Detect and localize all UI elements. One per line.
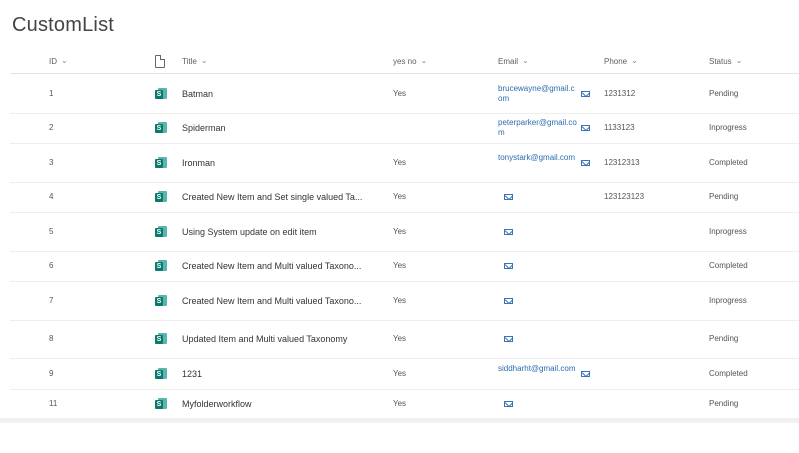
table-row[interactable]: 11 S Myfolderworkflow Yes Pending xyxy=(10,389,799,419)
sharepoint-item-icon: S xyxy=(155,88,167,100)
mail-icon[interactable] xyxy=(504,401,513,407)
table-row[interactable]: 8 S Updated Item and Multi valued Taxonomy… xyxy=(10,320,799,359)
chevron-down-icon: ⌄ xyxy=(735,56,743,65)
title-cell[interactable]: Created New Item and Multi valued Taxono… xyxy=(182,296,361,306)
status-cell: Pending xyxy=(709,89,739,98)
mail-icon[interactable] xyxy=(581,371,590,377)
table-row[interactable]: 3 S Ironman Yes tonystark@gmail.com 12312313 C… xyxy=(10,143,799,183)
phone-cell: 12312313 xyxy=(604,158,640,167)
column-header-id-label: ID xyxy=(49,57,57,66)
column-header-status-label: Status xyxy=(709,57,732,66)
status-cell: Completed xyxy=(709,158,748,167)
column-header-title[interactable]: Title ⌄ xyxy=(182,56,208,66)
sharepoint-item-icon: S xyxy=(155,157,167,169)
sharepoint-item-icon: S xyxy=(155,333,167,345)
table-row[interactable]: 4 S Created New Item and Set single valued… xyxy=(10,182,799,213)
chevron-down-icon: ⌄ xyxy=(420,56,428,65)
email-link[interactable]: siddharht@gmail.com xyxy=(498,364,578,374)
mail-icon[interactable] xyxy=(581,91,590,97)
sharepoint-item-icon: S xyxy=(155,260,167,272)
email-link[interactable]: peterparker@gmail.com xyxy=(498,118,578,138)
column-header-phone-label: Phone xyxy=(604,57,628,66)
title-cell[interactable]: Ironman xyxy=(182,158,215,168)
sharepoint-item-icon: S xyxy=(155,191,167,203)
sharepoint-item-icon: S xyxy=(155,226,167,238)
id-cell: 5 xyxy=(49,227,54,236)
yesno-cell: Yes xyxy=(393,227,407,236)
yesno-cell: Yes xyxy=(393,192,407,201)
sharepoint-item-icon: S xyxy=(155,398,167,410)
yesno-cell: Yes xyxy=(393,369,407,378)
list-title: CustomList xyxy=(12,14,115,36)
phone-cell: 123123123 xyxy=(604,192,645,201)
mail-icon[interactable] xyxy=(581,125,590,131)
status-cell: Pending xyxy=(709,192,739,201)
chevron-down-icon: ⌄ xyxy=(61,56,68,65)
status-cell: Inprogress xyxy=(709,227,747,236)
column-header-email-label: Email xyxy=(498,57,519,66)
email-link[interactable]: brucewayne@gmail.com xyxy=(498,84,578,104)
table-row[interactable]: 1 S Batman Yes brucewayne@gmail.com 1231312 Pe… xyxy=(10,74,799,114)
id-cell: 8 xyxy=(49,334,54,343)
table-row[interactable]: 6 S Created New Item and Multi valued Taxo… xyxy=(10,251,799,282)
mail-icon[interactable] xyxy=(504,263,513,269)
list-footer-divider xyxy=(0,418,799,423)
file-type-icon[interactable] xyxy=(155,55,165,68)
chevron-down-icon: ⌄ xyxy=(522,56,529,65)
mail-icon[interactable] xyxy=(504,298,513,304)
title-cell[interactable]: 1231 xyxy=(182,369,202,379)
column-header-status[interactable]: Status ⌄ xyxy=(709,56,743,66)
title-cell[interactable]: Created New Item and Multi valued Taxono… xyxy=(182,261,361,271)
id-cell: 11 xyxy=(49,399,58,408)
column-header-phone[interactable]: Phone ⌄ xyxy=(604,56,638,66)
table-row[interactable]: 7 S Created New Item and Multi valued Taxo… xyxy=(10,281,799,321)
yesno-cell: Yes xyxy=(393,296,407,305)
phone-cell: 1133123 xyxy=(604,123,635,132)
sharepoint-item-icon: S xyxy=(155,295,167,307)
id-cell: 4 xyxy=(49,192,54,201)
status-cell: Completed xyxy=(709,261,748,270)
table-row[interactable]: 5 S Using System update on edit item Yes Inp… xyxy=(10,212,799,252)
column-header-yesno[interactable]: yes no ⌄ xyxy=(393,56,428,66)
email-link[interactable]: tonystark@gmail.com xyxy=(498,153,578,163)
list-header: ID ⌄ Title ⌄ yes no ⌄ Email ⌄ Phone ⌄ Status ⌄ xyxy=(10,50,799,74)
mail-icon[interactable] xyxy=(504,229,513,235)
id-cell: 1 xyxy=(49,89,54,98)
mail-icon[interactable] xyxy=(504,194,513,200)
table-row[interactable]: 9 S 1231 Yes siddharht@gmail.com Completed xyxy=(10,358,799,390)
chevron-down-icon: ⌄ xyxy=(200,56,208,65)
status-cell: Pending xyxy=(709,334,739,343)
phone-cell: 1231312 xyxy=(604,89,636,98)
id-cell: 7 xyxy=(49,296,54,305)
yesno-cell: Yes xyxy=(393,399,407,408)
mail-icon[interactable] xyxy=(504,336,513,342)
id-cell: 9 xyxy=(49,369,54,378)
title-cell[interactable]: Using System update on edit item xyxy=(182,227,317,237)
id-cell: 3 xyxy=(49,158,54,167)
sharepoint-item-icon: S xyxy=(155,368,167,380)
yesno-cell: Yes xyxy=(393,334,407,343)
title-cell[interactable]: Created New Item and Set single valued T… xyxy=(182,192,362,202)
yesno-cell: Yes xyxy=(393,89,407,98)
title-cell[interactable]: Updated Item and Multi valued Taxonomy xyxy=(182,334,347,344)
column-header-email[interactable]: Email ⌄ xyxy=(498,56,529,66)
yesno-cell: Yes xyxy=(393,261,407,270)
status-cell: Inprogress xyxy=(709,296,747,305)
title-cell[interactable]: Myfolderworkflow xyxy=(182,399,252,409)
id-cell: 2 xyxy=(49,123,54,132)
column-header-yesno-label: yes no xyxy=(393,57,417,66)
status-cell: Pending xyxy=(709,399,739,408)
column-header-title-label: Title xyxy=(182,57,197,66)
sharepoint-item-icon: S xyxy=(155,122,167,134)
yesno-cell: Yes xyxy=(393,158,407,167)
status-cell: Inprogress xyxy=(709,123,747,132)
table-row[interactable]: 2 S Spiderman peterparker@gmail.com 1133123 I… xyxy=(10,113,799,144)
mail-icon[interactable] xyxy=(581,160,590,166)
title-cell[interactable]: Batman xyxy=(182,89,213,99)
column-header-id[interactable]: ID ⌄ xyxy=(49,56,68,66)
chevron-down-icon: ⌄ xyxy=(631,56,638,65)
status-cell: Completed xyxy=(709,369,748,378)
id-cell: 6 xyxy=(49,261,54,270)
title-cell[interactable]: Spiderman xyxy=(182,123,226,133)
